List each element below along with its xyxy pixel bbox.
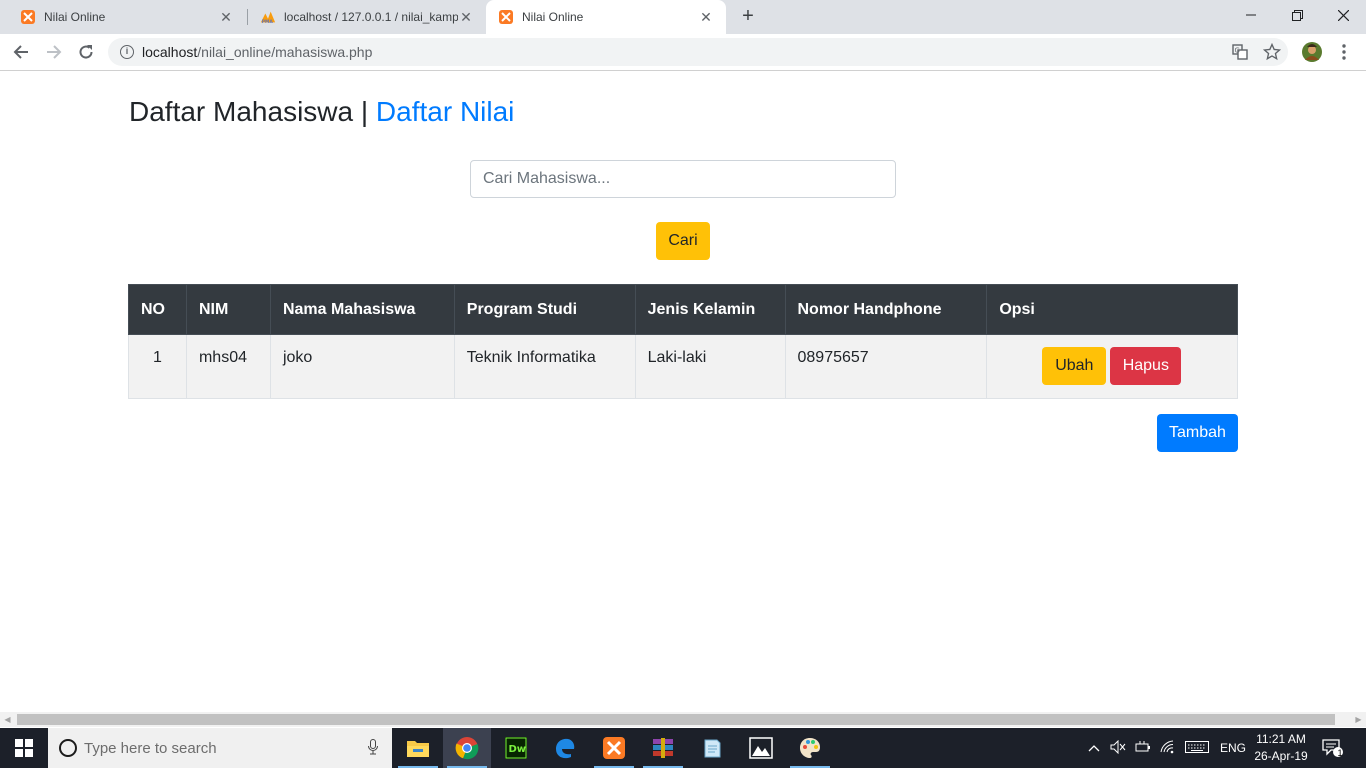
table-header-row: NO NIM Nama Mahasiswa Program Studi Jeni…	[128, 284, 1238, 335]
scroll-right-icon[interactable]: ▶	[1351, 712, 1366, 727]
daftar-nilai-link[interactable]: Daftar Nilai	[376, 96, 514, 127]
system-tray: ENG	[1088, 728, 1246, 768]
search-ring-icon	[59, 739, 77, 757]
cell-nomor-handphone: 08975657	[784, 334, 988, 399]
table-row: 1 mhs04 joko Teknik Informatika Laki-lak…	[128, 334, 1238, 399]
search-button[interactable]: Cari	[656, 222, 710, 260]
notepad-icon[interactable]	[688, 728, 736, 768]
volume-mute-icon[interactable]	[1110, 739, 1126, 757]
column-header-no: NO	[128, 284, 187, 335]
page-title-main: Daftar Mahasiswa |	[129, 96, 376, 127]
chrome-icon[interactable]	[443, 728, 491, 768]
tab-title: localhost / 127.0.0.1 / nilai_kampus	[284, 10, 458, 24]
clock[interactable]: 11:21 AM 26-Apr-19	[1246, 731, 1316, 765]
tab-title: Nilai Online	[44, 10, 106, 24]
cell-opsi: Ubah Hapus	[986, 334, 1238, 399]
column-header-nomor-handphone: Nomor Handphone	[784, 284, 988, 335]
back-arrow-icon[interactable]	[9, 40, 33, 64]
svg-text:Dw: Dw	[509, 744, 527, 755]
microphone-icon[interactable]	[368, 739, 378, 758]
paint-icon[interactable]	[786, 728, 834, 768]
show-hidden-icons-icon[interactable]	[1088, 741, 1100, 755]
minimize-button[interactable]	[1228, 0, 1274, 30]
keyboard-icon[interactable]	[1185, 740, 1209, 756]
translate-icon[interactable]: G	[1230, 42, 1250, 62]
horizontal-scrollbar[interactable]: ◀ ▶	[0, 712, 1366, 727]
battery-icon[interactable]	[1135, 740, 1151, 756]
cell-nama: joko	[269, 334, 455, 399]
tab-nilai-online-1[interactable]: Nilai Online ✕	[0, 0, 246, 34]
taskbar-search-placeholder: Type here to search	[84, 739, 217, 757]
add-button[interactable]: Tambah	[1157, 414, 1238, 452]
column-header-jenis-kelamin: Jenis Kelamin	[634, 284, 786, 335]
forward-arrow-icon[interactable]	[42, 40, 66, 64]
browser-tab-bar: Nilai Online ✕ PMA localhost / 127.0.0.1…	[0, 0, 1366, 34]
winrar-icon[interactable]	[639, 728, 687, 768]
svg-text:PMA: PMA	[262, 19, 274, 25]
column-header-prodi: Program Studi	[453, 284, 636, 335]
scroll-left-icon[interactable]: ◀	[0, 712, 15, 727]
photos-icon[interactable]	[737, 728, 785, 768]
windows-start-icon[interactable]	[0, 728, 48, 768]
new-tab-button[interactable]: +	[736, 5, 760, 29]
file-explorer-icon[interactable]	[394, 728, 442, 768]
wifi-icon[interactable]	[1160, 740, 1176, 757]
column-header-opsi: Opsi	[986, 284, 1238, 335]
clock-date: 26-Apr-19	[1254, 749, 1308, 763]
xampp-icon	[20, 9, 36, 25]
delete-button[interactable]: Hapus	[1110, 347, 1182, 385]
tab-title: Nilai Online	[522, 10, 584, 24]
language-indicator[interactable]: ENG	[1220, 741, 1246, 755]
close-window-button[interactable]	[1320, 0, 1366, 30]
close-icon[interactable]: ✕	[698, 9, 714, 25]
phpmyadmin-icon: PMA	[260, 9, 276, 25]
edge-icon[interactable]	[541, 728, 589, 768]
url-host: localhost	[142, 44, 198, 60]
tab-phpmyadmin[interactable]: PMA localhost / 127.0.0.1 / nilai_kampus…	[240, 0, 486, 34]
cell-prodi: Teknik Informatika	[453, 334, 636, 399]
dreamweaver-icon[interactable]: Dw	[492, 728, 540, 768]
taskbar-search-box[interactable]: Type here to search	[48, 728, 392, 768]
xampp-icon	[498, 9, 514, 25]
page-title: Daftar Mahasiswa | Daftar Nilai	[129, 96, 514, 128]
restore-button[interactable]	[1274, 0, 1320, 30]
close-icon[interactable]: ✕	[458, 9, 474, 25]
profile-avatar-icon[interactable]	[1302, 42, 1322, 62]
mahasiswa-table: NO NIM Nama Mahasiswa Program Studi Jeni…	[128, 284, 1238, 399]
tab-nilai-online-active[interactable]: Nilai Online ✕	[486, 0, 726, 34]
scrollbar-thumb[interactable]	[17, 714, 1335, 725]
reload-icon[interactable]	[74, 40, 98, 64]
cell-no: 1	[128, 334, 187, 399]
cell-nim: mhs04	[185, 334, 271, 399]
info-icon[interactable]: i	[120, 45, 134, 59]
close-icon[interactable]: ✕	[218, 9, 234, 25]
search-input[interactable]	[470, 160, 896, 198]
svg-text:G: G	[1235, 47, 1240, 55]
url-path: /nilai_online/mahasiswa.php	[197, 44, 373, 60]
browser-toolbar: i localhost/nilai_online/mahasiswa.php G	[0, 34, 1366, 71]
action-center-icon[interactable]: 1	[1322, 728, 1344, 768]
clock-time: 11:21 AM	[1256, 732, 1306, 746]
taskbar: Type here to search Dw ENG 11:21 AM 26-A…	[0, 728, 1366, 768]
edit-button[interactable]: Ubah	[1042, 347, 1107, 385]
xampp-taskbar-icon[interactable]	[590, 728, 638, 768]
notification-count: 1	[1337, 748, 1343, 758]
column-header-nama: Nama Mahasiswa	[269, 284, 455, 335]
address-bar[interactable]: i localhost/nilai_online/mahasiswa.php	[108, 38, 1288, 66]
cell-jenis-kelamin: Laki-laki	[634, 334, 786, 399]
column-header-nim: NIM	[185, 284, 271, 335]
star-icon[interactable]	[1262, 42, 1282, 62]
menu-dots-icon[interactable]	[1334, 42, 1354, 62]
